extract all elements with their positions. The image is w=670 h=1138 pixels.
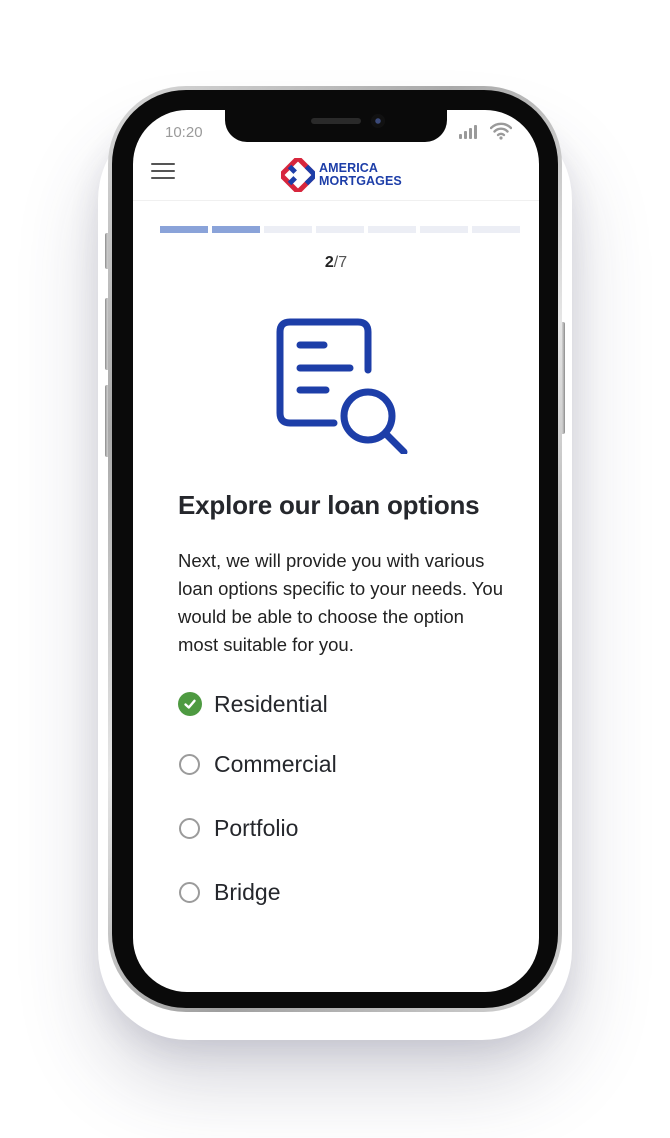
option-commercial[interactable]: Commercial (178, 750, 478, 777)
option-label: Commercial (214, 750, 337, 777)
wifi-icon (490, 122, 512, 140)
page-description: Next, we will provide you with various l… (178, 550, 504, 655)
hamburger-menu-icon[interactable] (151, 163, 175, 183)
progress-segment (368, 226, 416, 233)
option-label: Bridge (214, 878, 281, 905)
progress-segment (420, 226, 468, 233)
progress-segment (316, 226, 364, 233)
option-bridge[interactable]: Bridge (178, 878, 478, 905)
radio-button[interactable] (179, 817, 200, 839)
radio-button[interactable] (179, 881, 200, 903)
status-time: 10:20 (165, 124, 203, 141)
speaker (311, 118, 361, 124)
app-header: AMERICA MORTGAGES (133, 150, 539, 201)
step-counter: 2/7 (133, 254, 539, 272)
document-search-icon (276, 318, 408, 454)
progress-segment (160, 226, 208, 233)
radio-button[interactable] (179, 753, 200, 775)
front-camera (371, 114, 385, 128)
option-label: Portfolio (214, 814, 299, 841)
page-title: Explore our loan options (178, 490, 480, 520)
step-current: 2 (324, 254, 334, 271)
step-total: /7 (333, 254, 348, 271)
progress-segment (472, 226, 520, 233)
option-portfolio[interactable]: Portfolio (178, 814, 478, 841)
check-circle-icon[interactable] (178, 692, 202, 716)
progress-segment (264, 226, 312, 233)
notch (225, 110, 447, 142)
option-label: Residential (214, 690, 328, 717)
america-mortgages-logo[interactable]: AMERICA MORTGAGES (281, 158, 402, 192)
signal-icon (459, 125, 477, 139)
logo-line-2: MORTGAGES (319, 174, 402, 188)
logo-mark-icon (281, 158, 315, 192)
step-progress-bar (160, 226, 520, 233)
option-residential[interactable]: Residential (178, 690, 478, 717)
progress-segment (212, 226, 260, 233)
phone-screen: 10:20 AMERICA MORTGAGES 2/7 Explore our … (133, 110, 539, 992)
